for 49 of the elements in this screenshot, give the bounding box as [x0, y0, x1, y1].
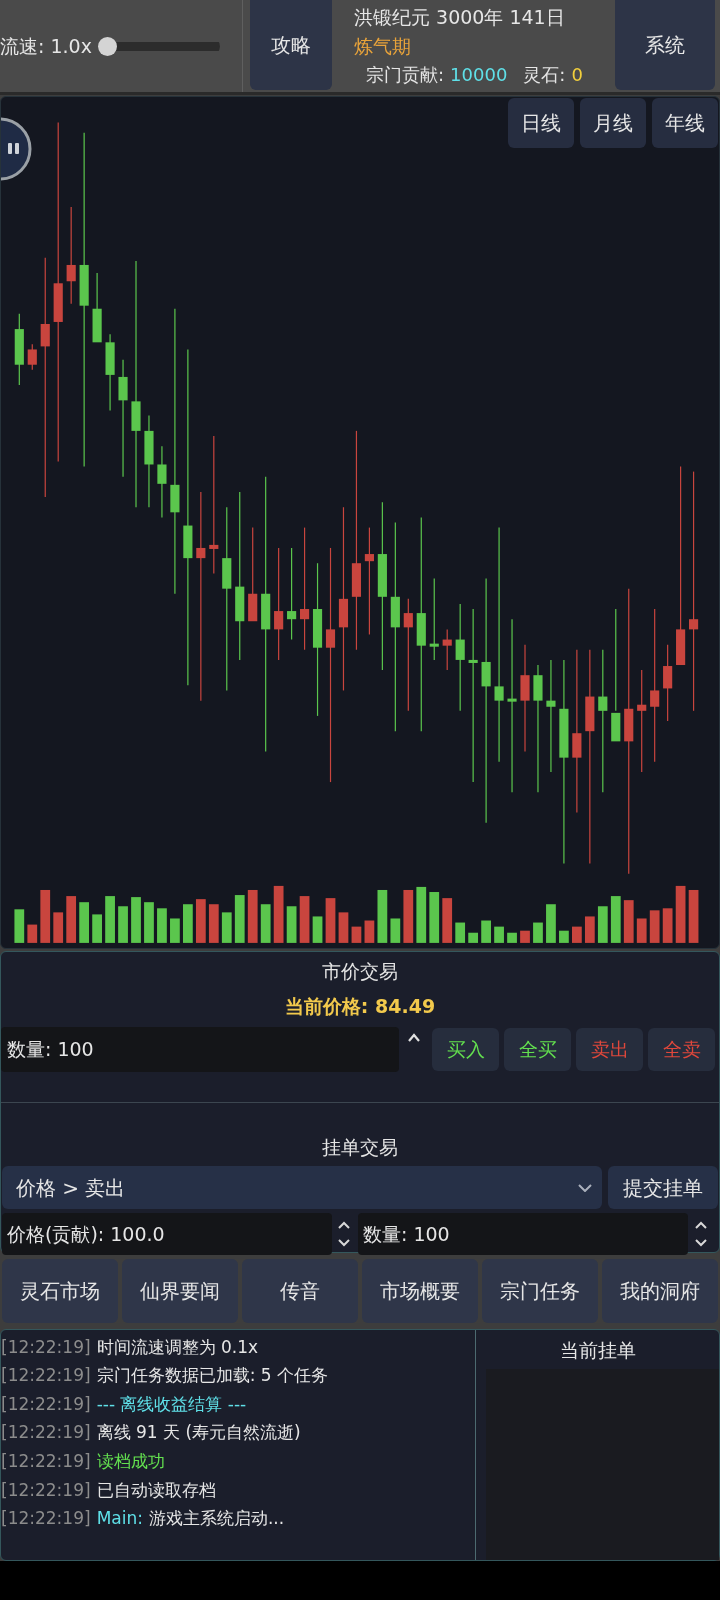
log-timestamp: [12:22:19]: [1, 1364, 91, 1388]
nav-tab[interactable]: 宗门任务: [482, 1259, 598, 1323]
date-text: 洪锻纪元 3000年 141日: [354, 5, 566, 30]
order-type-dropdown[interactable]: 价格 > 卖出: [2, 1166, 602, 1209]
quantity-input[interactable]: 数量: 100: [1, 1027, 399, 1072]
slider-thumb[interactable]: [97, 36, 117, 56]
guide-button[interactable]: 攻略: [250, 0, 332, 90]
log-source: Main:: [96, 1507, 143, 1531]
quantity-input[interactable]: 数量: 100: [358, 1213, 688, 1255]
pause-icon[interactable]: [1, 117, 33, 181]
log-message: 离线 91 天 (寿元自然流逝): [96, 1421, 301, 1445]
log-message: 已自动读取存档: [96, 1478, 216, 1502]
nav-tab[interactable]: 市场概要: [362, 1259, 478, 1323]
dropdown-value: 价格 > 卖出: [16, 1174, 127, 1202]
system-button[interactable]: 系统: [615, 0, 715, 90]
period-tab[interactable]: 年线: [652, 98, 718, 148]
log-message: 游戏主系统启动...: [148, 1507, 285, 1531]
period-tab[interactable]: 日线: [508, 98, 574, 148]
log-timestamp: [12:22:19]: [1, 1507, 91, 1531]
nav-tab[interactable]: 灵石市场: [2, 1259, 118, 1323]
log-timestamp: [12:22:19]: [1, 1449, 91, 1473]
stat-value: 10000: [450, 63, 508, 87]
log-timestamp: [12:22:19]: [1, 1392, 91, 1416]
speed-label: 流速: 1.0x: [0, 33, 92, 59]
log-message: 读档成功: [96, 1449, 165, 1473]
section-title: 市价交易: [322, 959, 398, 984]
nav-tab[interactable]: 我的洞府: [602, 1259, 718, 1323]
log-timestamp: [12:22:19]: [1, 1335, 91, 1359]
trade-action-button[interactable]: 全买: [504, 1028, 571, 1071]
log-message: --- 离线收益结算 ---: [96, 1392, 247, 1416]
current-price: 当前价格: 84.49: [284, 994, 436, 1019]
log-message: 宗门任务数据已加载: 5 个任务: [96, 1364, 328, 1388]
realm-text: 炼气期: [354, 34, 412, 59]
log-timestamp: [12:22:19]: [1, 1478, 91, 1502]
log-timestamp: [12:22:19]: [1, 1421, 91, 1445]
nav-tab[interactable]: 传音: [242, 1259, 358, 1323]
period-tab[interactable]: 月线: [580, 98, 646, 148]
trade-action-button[interactable]: 买入: [432, 1028, 499, 1071]
nav-tab[interactable]: 仙界要闻: [122, 1259, 238, 1323]
caret-up-icon[interactable]: [407, 1033, 421, 1042]
chevron-down-icon: [578, 1183, 592, 1192]
orders-title: 当前挂单: [559, 1338, 636, 1363]
log-message: 时间流速调整为 0.1x: [96, 1335, 259, 1359]
stat-value: 0: [571, 63, 583, 87]
price-input[interactable]: 价格(贡献): 100.0: [2, 1213, 332, 1255]
stat-label: 灵石:: [523, 63, 566, 87]
section-title: 挂单交易: [322, 1135, 398, 1160]
stat-label: 宗门贡献:: [366, 63, 445, 87]
submit-order-button[interactable]: 提交挂单: [608, 1166, 718, 1209]
